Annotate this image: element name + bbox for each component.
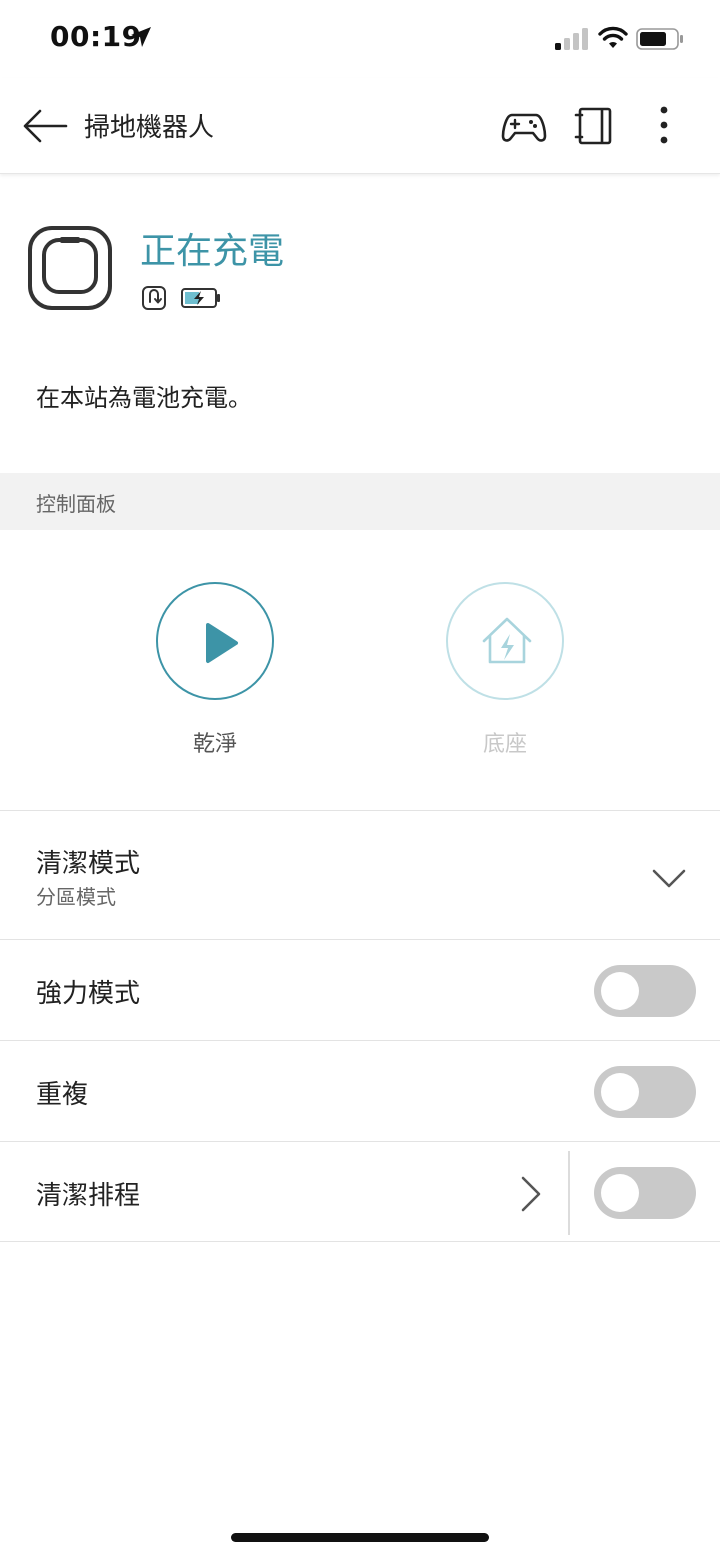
state-title: 正在充電 [140,231,285,272]
location-arrow-icon [131,27,151,47]
wifi-icon [598,26,628,48]
dock-button[interactable]: 底座 [445,582,565,758]
robot-device-icon [28,226,112,310]
app-header: 掃地機器人 [0,78,720,174]
control-panel-header: 控制面板 [0,473,720,530]
clean-mode-row[interactable]: 清潔模式 分區模式 [0,810,720,939]
clean-label: 乾淨 [192,732,237,757]
dock-button-circle[interactable] [446,582,564,700]
clean-mode-label: 清潔模式 [36,849,141,879]
section-title: 控制面板 [36,492,116,516]
play-icon [206,623,238,663]
more-vertical-icon[interactable] [642,104,688,148]
schedule-toggle[interactable] [594,1167,696,1219]
schedule-row[interactable]: 清潔排程 [0,1141,720,1241]
state-description: 在本站為電池充電。 [36,384,252,412]
status-time: 00:19 [50,20,142,53]
divider [568,1151,570,1235]
divider [0,1241,720,1242]
status-bar: 00:19 [0,0,720,78]
repeat-toggle[interactable] [594,1066,696,1118]
gamepad-icon[interactable] [501,104,547,148]
clean-mode-value: 分區模式 [36,885,116,909]
chevron-down-icon[interactable] [652,868,686,890]
home-indicator[interactable] [231,1533,489,1542]
page-title: 掃地機器人 [84,113,215,143]
power-mode-toggle[interactable] [594,965,696,1017]
return-dock-icon [142,286,166,310]
dock-home-icon [482,617,532,664]
charging-battery-icon [181,288,220,308]
back-arrow-icon[interactable] [22,106,68,146]
status-icons [142,286,220,310]
book-icon[interactable] [572,104,618,148]
battery-icon [636,28,683,50]
clean-button-circle[interactable] [156,582,274,700]
signal-icon [555,28,588,50]
power-mode-row: 強力模式 [0,939,720,1040]
repeat-row: 重複 [0,1040,720,1141]
repeat-label: 重複 [36,1080,89,1110]
dock-label: 底座 [482,732,527,757]
schedule-label: 清潔排程 [36,1181,141,1211]
power-mode-label: 強力模式 [36,979,141,1009]
chevron-right-icon[interactable] [518,1175,544,1213]
clean-button[interactable]: 乾淨 [155,582,275,758]
